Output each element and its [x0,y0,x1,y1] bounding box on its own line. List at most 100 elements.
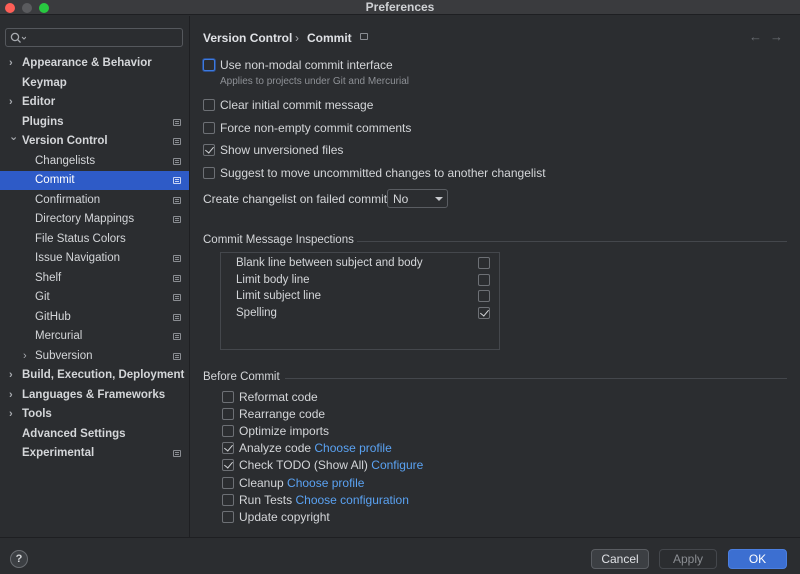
sidebar-item-file-status-colors[interactable]: File Status Colors [0,230,189,249]
inspection-checkbox[interactable] [478,306,490,319]
sidebar-item-shelf[interactable]: Shelf [0,269,189,288]
option-checkbox[interactable] [203,59,215,71]
project-level-icon [173,352,181,360]
sidebar-item-plugins[interactable]: Plugins [0,113,189,132]
project-level-icon [173,333,181,340]
project-level-icon [173,196,181,204]
sidebar-item-tools[interactable]: › Tools [0,405,189,424]
before-commit-checkbox[interactable] [222,391,234,403]
sidebar-item-experimental[interactable]: Experimental [0,444,189,463]
sidebar-item-label: Advanced Settings [22,427,126,440]
before-commit-label: Rearrange code [239,406,325,422]
sidebar-item-advanced-settings[interactable]: Advanced Settings [0,425,189,444]
before-commit-checkbox[interactable] [222,408,234,421]
before-commit-text: Cleanup [239,475,284,490]
sidebar-item-git[interactable]: Git [0,288,189,307]
help-button[interactable]: ? [10,550,28,568]
non-modal-hint: Applies to projects under Git and Mercur… [220,76,409,87]
sidebar-item-appearance-behavior[interactable]: › Appearance & Behavior [0,54,189,73]
inspection-label: Spelling [236,306,277,319]
sidebar-item-label: Languages & Frameworks [22,388,166,401]
option-checkbox[interactable] [203,122,215,134]
before-commit-checkbox[interactable] [222,493,234,506]
back-arrow-icon[interactable]: ← [749,29,762,44]
window-title: Preferences [365,0,435,14]
settings-sidebar: › Appearance & Behavior Keymap › Editor Plugi… [0,16,190,537]
before-commit-checkbox[interactable] [222,510,234,523]
chevron-down-icon[interactable]: ⌄ [9,128,18,147]
before-commit-title: Before Commit [203,371,280,383]
sidebar-item-label: Build, Execution, Deployment [22,369,185,381]
forward-arrow-icon[interactable]: → [770,29,783,44]
search-input[interactable] [30,29,180,46]
sidebar-item-editor[interactable]: › Editor [0,93,189,112]
before-commit-text: Update copyright [239,509,330,524]
sidebar-item-label: Commit [35,174,75,186]
before-commit-label: Cleanup Choose profile [239,475,364,491]
chevron-right-icon[interactable]: › [9,366,13,385]
inspection-checkbox[interactable] [478,273,490,286]
inspection-limit-subject-line[interactable]: Limit subject line [221,288,499,304]
sidebar-item-mercurial[interactable]: Mercurial [0,327,189,346]
breadcrumb-current: Commit [307,31,352,45]
ok-button[interactable]: OK [728,549,787,569]
before-commit-link[interactable]: Choose profile [314,441,391,455]
project-level-icon [173,138,181,145]
sidebar-item-confirmation[interactable]: Confirmation [0,191,189,210]
sidebar-item-subversion[interactable]: › Subversion [0,347,189,366]
option-checkbox[interactable] [203,99,215,111]
sidebar-item-directory-mappings[interactable]: Directory Mappings [0,210,189,229]
cancel-button[interactable]: Cancel [591,549,649,569]
sidebar-item-languages-frameworks[interactable]: › Languages & Frameworks [0,386,189,405]
before-commit-link[interactable]: Choose profile [287,476,364,490]
before-commit-label: Optimize imports [239,423,329,439]
before-commit-checkbox[interactable] [222,459,234,472]
apply-button[interactable]: Apply [659,549,717,569]
option-checkbox[interactable] [203,144,215,156]
project-level-icon [173,255,181,262]
before-commit-label: Reformat code [239,389,318,405]
sidebar-item-label: Keymap [22,76,67,89]
sidebar-item-version-control[interactable]: ⌄ Version Control [0,131,189,151]
settings-search[interactable] [5,28,183,47]
chevron-right-icon[interactable]: › [9,405,13,424]
breadcrumb-separator: › [295,31,299,45]
inspection-blank-line-between-subject-and-body[interactable]: Blank line between subject and body [221,255,499,271]
sidebar-item-changelists[interactable]: Changelists [0,152,189,171]
sidebar-item-label: Plugins [22,115,64,128]
before-commit-checkbox[interactable] [222,476,234,489]
failed-commit-select[interactable]: No [387,189,448,208]
inspection-checkbox[interactable] [478,290,490,302]
option-label: Clear initial commit message [220,98,374,112]
before-commit-text: Check TODO (Show All) [239,458,368,473]
before-commit-text: Reformat code [239,390,318,404]
project-level-icon [173,274,181,282]
sidebar-item-label: Subversion [35,349,93,362]
sidebar-item-github[interactable]: GitHub [0,308,189,327]
sidebar-item-build-execution-deployment[interactable]: › Build, Execution, Deployment [0,366,189,385]
chevron-right-icon[interactable]: › [9,93,13,112]
sidebar-item-issue-navigation[interactable]: Issue Navigation [0,249,189,268]
chevron-right-icon[interactable]: › [23,347,27,366]
inspection-label: Limit body line [236,273,310,286]
before-commit-link[interactable]: Configure [371,458,423,472]
before-commit-checkbox[interactable] [222,425,234,438]
chevron-right-icon[interactable]: › [9,386,13,405]
sidebar-item-label: Changelists [35,154,96,167]
inspection-limit-body-line[interactable]: Limit body line [221,272,499,288]
option-checkbox[interactable] [203,167,215,179]
project-level-icon [173,118,181,126]
dialog-footer: ? Cancel Apply OK [0,537,800,574]
before-commit-link[interactable]: Choose configuration [295,493,408,507]
sidebar-item-keymap[interactable]: Keymap [0,74,189,93]
inspection-checkbox[interactable] [478,257,490,269]
sidebar-item-label: Directory Mappings [35,213,135,225]
chevron-right-icon[interactable]: › [9,54,13,73]
breadcrumb-parent[interactable]: Version Control [203,31,292,45]
sidebar-item-commit[interactable]: Commit [0,171,189,190]
inspection-spelling[interactable]: Spelling [221,305,499,321]
before-commit-checkbox[interactable] [222,442,234,455]
inspection-label: Limit subject line [236,290,322,302]
failed-commit-label: Create changelist on failed commit: [203,192,391,206]
sidebar-item-label: Confirmation [35,193,101,206]
